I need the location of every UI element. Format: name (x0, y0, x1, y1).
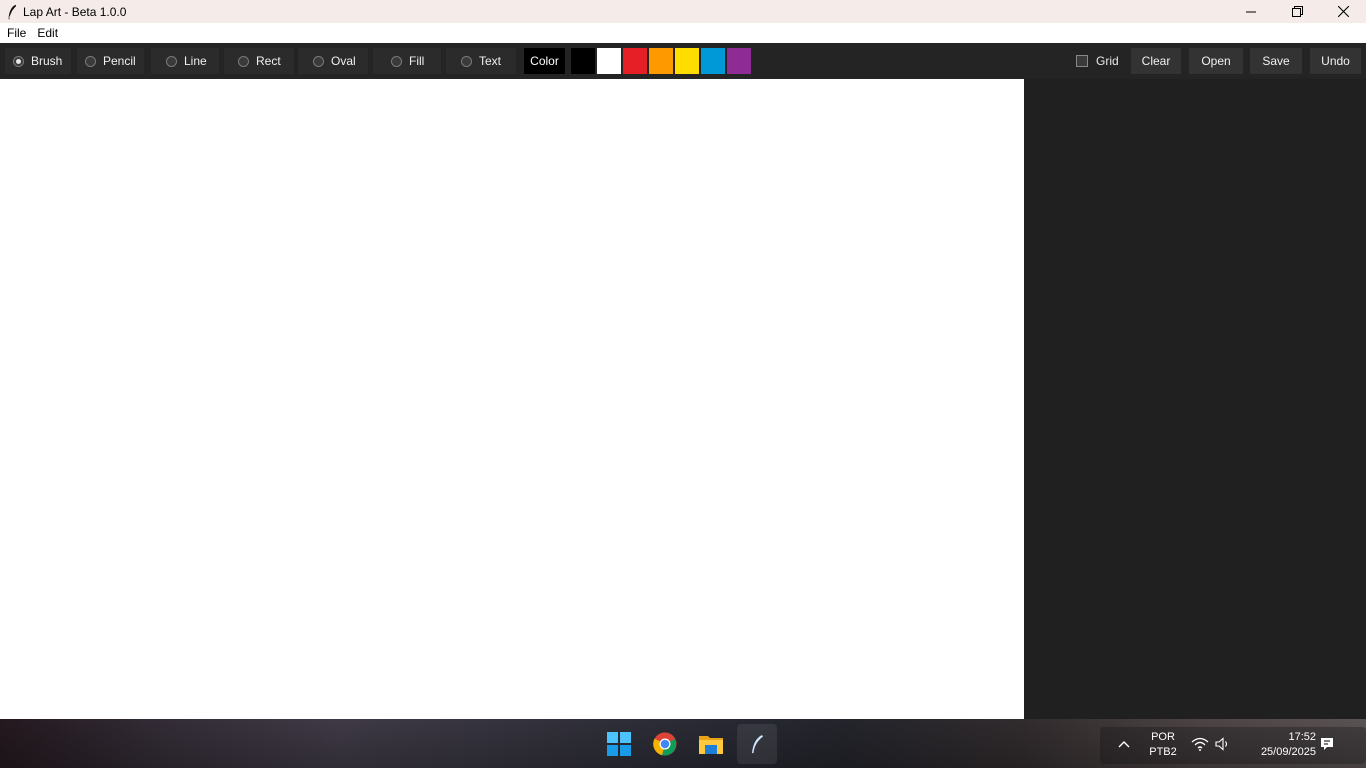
notification-button[interactable] (1316, 724, 1338, 764)
radio-unselected (85, 55, 96, 67)
taskbar: POR PTB2 17:52 25/09/2025 (0, 719, 1366, 768)
restore-icon (1291, 6, 1303, 17)
save-button[interactable]: Save (1250, 48, 1302, 74)
taskbar-lap-art[interactable] (737, 724, 777, 764)
volume-icon (1215, 737, 1228, 751)
radio-unselected (238, 55, 249, 67)
window-title: Lap Art - Beta 1.0.0 (23, 4, 127, 19)
title-bar: Lap Art - Beta 1.0.0 (0, 0, 1366, 23)
tool-oval[interactable]: Oval (298, 48, 368, 74)
language-code: POR (1151, 731, 1175, 743)
notification-icon (1321, 738, 1333, 750)
side-panel (1024, 79, 1366, 719)
volume-button[interactable] (1212, 724, 1234, 764)
toolbar: Brush Pencil Line Rect Oval Fill Text Co… (0, 43, 1366, 79)
radio-unselected (461, 55, 472, 67)
swatch-blue[interactable] (701, 48, 725, 74)
minimize-icon (1246, 11, 1256, 12)
show-hidden-icons-button[interactable] (1110, 724, 1138, 764)
radio-selected (13, 55, 24, 67)
drawing-canvas[interactable] (0, 79, 1024, 719)
windows-start-icon (607, 732, 631, 756)
clock-time: 17:52 (1288, 731, 1316, 743)
file-explorer-icon (699, 736, 723, 754)
keyboard-layout: PTB2 (1149, 746, 1177, 758)
feather-icon (2, 0, 22, 23)
swatch-red[interactable] (623, 48, 647, 74)
tool-line[interactable]: Line (151, 48, 219, 74)
clock-date: 25/09/2025 (1260, 746, 1316, 758)
tool-label: Oval (331, 54, 356, 68)
grid-checkbox[interactable]: Grid (1068, 48, 1119, 74)
menu-bar: File Edit (0, 23, 1366, 43)
grid-label: Grid (1096, 54, 1119, 68)
start-button[interactable] (599, 724, 639, 764)
taskbar-clock[interactable]: 17:52 25/09/2025 (1242, 730, 1316, 760)
tool-label: Text (479, 54, 502, 68)
chrome-icon (653, 732, 677, 756)
taskbar-chrome[interactable] (645, 724, 685, 764)
tool-label: Pencil (103, 54, 136, 68)
radio-unselected (166, 55, 177, 67)
tool-brush[interactable]: Brush (5, 48, 71, 74)
wifi-icon (1191, 737, 1209, 751)
tool-pencil[interactable]: Pencil (77, 48, 144, 74)
swatch-orange[interactable] (649, 48, 673, 74)
close-button[interactable] (1320, 0, 1366, 23)
restore-button[interactable] (1274, 0, 1320, 23)
swatch-white[interactable] (597, 48, 621, 74)
tool-label: Fill (409, 54, 425, 68)
close-icon (1337, 6, 1349, 17)
tool-label: Brush (31, 54, 63, 68)
lap-art-feather-icon (752, 735, 763, 754)
tool-fill[interactable]: Fill (373, 48, 441, 74)
menu-file[interactable]: File (0, 26, 32, 40)
minimize-button[interactable] (1228, 0, 1274, 23)
taskbar-file-explorer[interactable] (691, 724, 731, 764)
tool-label: Rect (256, 54, 281, 68)
clear-button[interactable]: Clear (1131, 48, 1181, 74)
tool-rect[interactable]: Rect (224, 48, 294, 74)
radio-unselected (391, 55, 402, 67)
swatch-purple[interactable] (727, 48, 751, 74)
tool-text[interactable]: Text (446, 48, 516, 74)
menu-edit[interactable]: Edit (32, 26, 64, 40)
swatch-black[interactable] (571, 48, 595, 74)
network-button[interactable] (1188, 724, 1212, 764)
input-language[interactable]: POR PTB2 (1146, 730, 1180, 760)
color-picker-button[interactable]: Color (524, 48, 565, 74)
chevron-up-icon (1118, 741, 1130, 748)
swatch-yellow[interactable] (675, 48, 699, 74)
checkbox-box (1076, 55, 1088, 67)
undo-button[interactable]: Undo (1310, 48, 1361, 74)
open-button[interactable]: Open (1189, 48, 1243, 74)
radio-unselected (313, 55, 324, 67)
tool-label: Line (184, 54, 207, 68)
